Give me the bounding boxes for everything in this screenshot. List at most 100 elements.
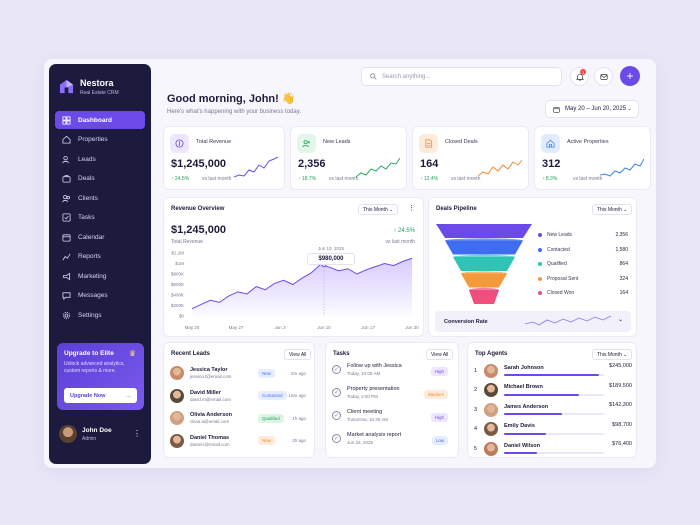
x-tick-label: Jun 3 <box>274 325 286 330</box>
user-profile[interactable]: John Doe Admin ⋮ <box>59 425 143 443</box>
pipeline-filter-select[interactable]: This Month ⌄ <box>592 204 633 215</box>
agent-name: Daniel Wilson <box>504 442 541 449</box>
notifications-button[interactable]: 3 <box>570 67 589 86</box>
y-tick-label: $800K <box>171 272 184 277</box>
tasks-view-all-button[interactable]: View All <box>426 349 454 360</box>
kpi-value: 312 <box>542 158 561 170</box>
lead-time: 2h ago <box>292 438 306 443</box>
funnel-chart <box>436 224 532 304</box>
avatar <box>59 425 77 443</box>
sidebar-item-calendar[interactable]: Calendar <box>55 228 145 246</box>
task-item[interactable]: ✓ Market analysis report Jun 22, 2025 Lo… <box>332 432 448 454</box>
agent-row[interactable]: 1 Sarah Johnson $245,000 <box>474 361 632 380</box>
agent-row[interactable]: 4 Emily Davis $98,700 <box>474 420 632 439</box>
y-tick-label: $1M <box>175 261 184 266</box>
conversion-rate-row[interactable]: Conversion Rate ⌄ <box>435 311 631 332</box>
list-item[interactable]: David Miller david.m@email.com Contacted… <box>170 386 306 406</box>
lead-email: david.m@email.com <box>190 396 231 402</box>
upgrade-button-label: Upgrade Now <box>70 392 106 399</box>
y-tick-label: $1.2M <box>171 251 184 256</box>
sidebar-nav: Dashboard Properties Leads Deals Clients Task… <box>55 111 145 326</box>
check-circle-icon[interactable]: ✓ <box>332 434 341 443</box>
document-icon <box>419 134 438 153</box>
revenue-overview-card: Revenue Overview This Month ⌄ ⋮ $1,245,0… <box>163 197 424 337</box>
agents-filter-select[interactable]: This Month ⌄ <box>592 349 633 360</box>
sidebar-item-reports[interactable]: Reports <box>55 248 145 266</box>
kpi-delta: ↑ 12.4% <box>420 176 439 182</box>
brand: Nestora Real Estate CRM <box>59 78 119 96</box>
sidebar-item-label: Calendar <box>78 233 105 241</box>
agent-row[interactable]: 2 Michael Brown $189,500 <box>474 381 632 400</box>
list-item[interactable]: Daniel Thomas daniel.t@email.com New 2h … <box>170 431 306 451</box>
kpi-delta: ↑ 24.5% <box>171 176 190 182</box>
sidebar-item-messages[interactable]: Messages <box>55 287 145 305</box>
pipeline-legend-row: Proposal Sent 324 <box>538 276 628 282</box>
upgrade-button[interactable]: Upgrade Now → <box>64 388 137 403</box>
funnel-stage-top <box>445 238 523 243</box>
task-item[interactable]: ✓ Property presentation Today, 2:00 PM M… <box>332 386 448 408</box>
revenue-area <box>192 258 412 316</box>
task-item[interactable]: ✓ Follow up with Jessica Today, 10:00 AM… <box>332 363 448 385</box>
agent-row[interactable]: 5 Daniel Wilson $76,400 <box>474 439 632 458</box>
sidebar-item-marketing[interactable]: Marketing <box>55 267 145 285</box>
lead-email: jessica.t@email.com <box>190 374 232 379</box>
kpi-card-active-properties[interactable]: Active Properties 312 ↑ 8.3% vs last mon… <box>534 126 651 190</box>
lead-name: Daniel Thomas <box>190 434 230 441</box>
search-icon <box>370 73 377 80</box>
leads-view-all-button[interactable]: View All <box>284 349 312 360</box>
mail-icon <box>599 73 608 80</box>
list-item[interactable]: Olivia Anderson olivia.a@email.com Quali… <box>170 408 306 428</box>
user-plus-icon <box>297 134 316 153</box>
priority-badge: High <box>430 367 448 376</box>
lead-name: David Miller <box>190 389 221 396</box>
date-range-picker[interactable]: May 20 – Jun 20, 2025 ⌄ <box>545 100 639 118</box>
agent-row[interactable]: 3 James Anderson $142,300 <box>474 400 632 419</box>
kpi-card-closed-deals[interactable]: Closed Deals 164 ↑ 12.4% vs last month <box>412 126 529 190</box>
kpi-card-new-leads[interactable]: New Leads 2,356 ↑ 18.7% vs last month <box>290 126 407 190</box>
sidebar-item-tasks[interactable]: Tasks <box>55 209 145 227</box>
tasks-title: Tasks <box>333 351 350 357</box>
search-input[interactable]: Search anything... <box>361 67 562 86</box>
task-time: Jun 22, 2025 <box>347 440 374 445</box>
funnel-stage-top <box>453 254 515 260</box>
avatar <box>484 441 498 456</box>
avatar <box>484 363 498 378</box>
sidebar-item-settings[interactable]: Settings <box>55 306 145 324</box>
sidebar-item-properties[interactable]: Properties <box>55 131 145 149</box>
kpi-value: 164 <box>420 158 439 170</box>
kpi-delta: ↑ 18.7% <box>298 176 317 182</box>
messages-button[interactable] <box>594 67 613 86</box>
page-title: Good morning, John! 👋 <box>167 93 296 105</box>
pipeline-legend-row: Contacted 1,580 <box>538 247 628 253</box>
agent-progress-bar <box>504 432 604 435</box>
list-item[interactable]: Jessica Taylor jessica.t@email.com New 2… <box>170 363 306 383</box>
agent-progress-bar <box>504 374 604 376</box>
agent-progress-bar <box>504 393 604 396</box>
agent-progress-fill <box>504 432 546 435</box>
sidebar-item-clients[interactable]: Clients <box>55 189 145 207</box>
calendar-icon <box>61 232 71 242</box>
sidebar-item-dashboard[interactable]: Dashboard <box>55 111 145 129</box>
task-item[interactable]: ✓ Client meeting Tomorrow, 10:30 AM High <box>332 409 448 431</box>
funnel-stage-top <box>469 287 499 293</box>
sidebar-item-label: Properties <box>78 136 108 143</box>
kpi-vs: vs last month <box>451 176 481 182</box>
stage-value: 164 <box>619 290 628 296</box>
agent-rank: 3 <box>474 406 478 413</box>
avatar <box>170 433 184 448</box>
sidebar-item-leads[interactable]: Leads <box>55 150 145 168</box>
agent-progress-fill <box>504 413 562 415</box>
check-circle-icon[interactable]: ✓ <box>332 411 341 420</box>
check-circle-icon[interactable]: ✓ <box>332 388 341 397</box>
priority-badge: High <box>430 413 448 422</box>
kpi-card-total-revenue[interactable]: Total Revenue $1,245,000 ↑ 24.5% vs last… <box>163 126 285 190</box>
legend-dot <box>538 291 542 295</box>
stage-label: New Leads <box>547 232 573 238</box>
check-circle-icon[interactable]: ✓ <box>332 365 341 374</box>
more-vertical-icon[interactable]: ⋮ <box>133 429 141 438</box>
add-button[interactable]: + <box>620 66 640 86</box>
recent-leads-title: Recent Leads <box>171 351 211 357</box>
x-tick-label: May 20 <box>185 325 200 330</box>
sidebar-item-deals[interactable]: Deals <box>55 170 145 188</box>
crown-icon: ♛ <box>128 349 136 358</box>
